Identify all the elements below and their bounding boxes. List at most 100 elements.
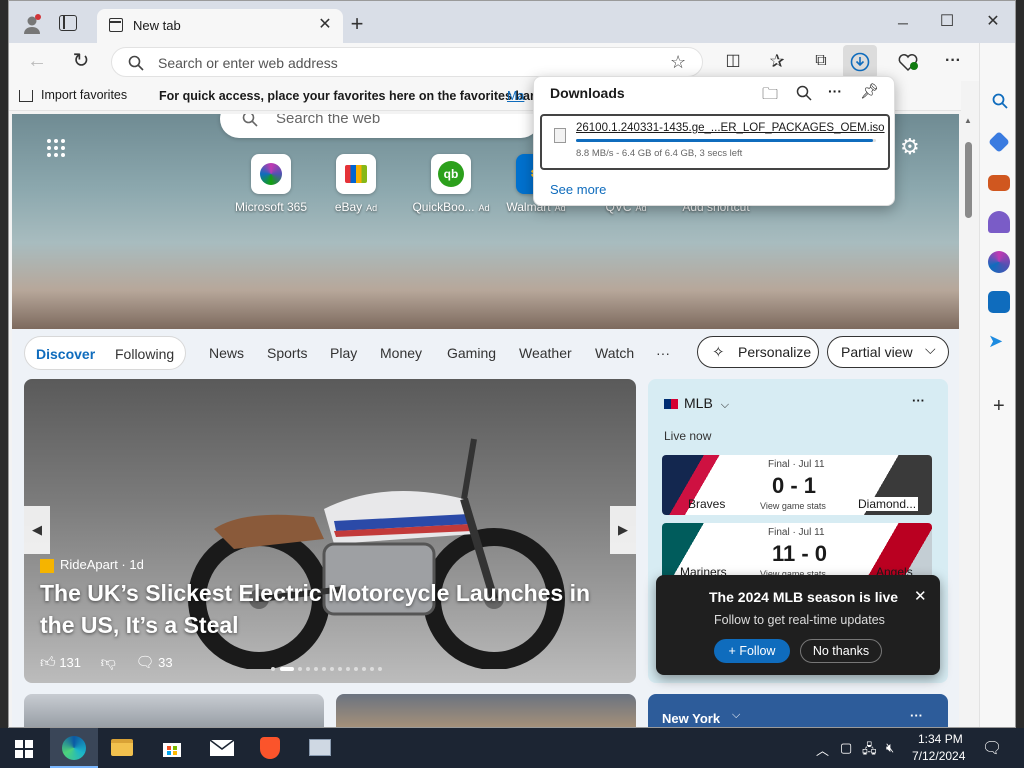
pin-icon[interactable]: 📌︎ bbox=[860, 82, 879, 100]
favorite-star-icon[interactable]: ☆ bbox=[670, 52, 686, 73]
shopping-tag-icon[interactable] bbox=[988, 131, 1010, 153]
notifications-icon[interactable]: 🗨︎ bbox=[982, 738, 1002, 758]
tab-watch[interactable]: Watch bbox=[595, 345, 634, 361]
import-favorites-label: Import favorites bbox=[41, 88, 128, 102]
microsoft-365-icon[interactable] bbox=[988, 251, 1010, 273]
tab-discover[interactable]: Discover bbox=[36, 346, 95, 362]
tab-sports[interactable]: Sports bbox=[267, 345, 307, 361]
downloads-button[interactable] bbox=[843, 45, 877, 79]
show-hidden-icons[interactable]: ︿ bbox=[816, 740, 829, 759]
see-more-link[interactable]: See more bbox=[550, 182, 606, 197]
brave-button[interactable] bbox=[246, 728, 294, 768]
start-button[interactable] bbox=[0, 728, 48, 768]
shortcut-tile[interactable]: qb QuickBoo... Ad bbox=[401, 154, 501, 214]
download-file-name: 26100.1.240331-1435.ge_...ER_LOF_PACKAGE… bbox=[576, 122, 885, 134]
import-favorites-button[interactable]: Import favorites bbox=[19, 87, 127, 105]
more-options-icon[interactable]: ··· bbox=[910, 708, 923, 723]
shortcut-tile[interactable]: Microsoft 365 bbox=[231, 154, 311, 214]
story-card[interactable] bbox=[24, 694, 324, 727]
more-options-icon[interactable]: ··· bbox=[912, 393, 925, 408]
edge-taskbar-button[interactable] bbox=[50, 728, 98, 768]
personalize-button[interactable]: ✧ Personalize bbox=[697, 336, 819, 368]
profile-avatar[interactable] bbox=[21, 13, 43, 35]
more-categories-button[interactable]: ··· bbox=[656, 345, 670, 361]
tab-weather[interactable]: Weather bbox=[519, 345, 572, 361]
minimize-button[interactable]: ─ bbox=[889, 9, 917, 37]
tab-new-tab[interactable]: New tab ✕ bbox=[97, 9, 343, 43]
open-folder-icon[interactable]: 🗀︎ bbox=[762, 83, 778, 110]
favorites-icon[interactable]: ✰ bbox=[763, 47, 791, 75]
story-headline[interactable]: The UK’s Slickest Electric Motorcycle La… bbox=[40, 577, 620, 641]
address-bar[interactable]: Search or enter web address ☆ bbox=[111, 47, 703, 77]
store-button[interactable] bbox=[148, 728, 196, 768]
control-panel-button[interactable] bbox=[296, 728, 344, 768]
volume-muted-icon[interactable]: 🔇︎ bbox=[886, 740, 894, 756]
web-search-box[interactable]: Search the web bbox=[220, 114, 540, 138]
settings-more-icon[interactable]: ··· bbox=[939, 47, 967, 75]
more-options-icon[interactable]: ··· bbox=[828, 83, 842, 99]
shortcut-tile[interactable]: eBay Ad bbox=[316, 154, 396, 214]
send-icon[interactable]: ➤ bbox=[988, 331, 1010, 353]
like-icon[interactable]: 👍︎ bbox=[40, 654, 56, 671]
file-explorer-button[interactable] bbox=[98, 728, 146, 768]
close-tab-icon[interactable]: ✕ bbox=[315, 15, 335, 35]
outlook-icon[interactable] bbox=[988, 291, 1010, 313]
comment-icon[interactable]: 🗨︎ bbox=[136, 654, 155, 671]
previous-slide-button[interactable]: ◀ bbox=[24, 506, 50, 554]
edge-sidebar: ➤ + bbox=[979, 43, 1015, 727]
view-game-stats-link[interactable]: View game stats bbox=[760, 501, 826, 511]
brave-icon bbox=[260, 737, 280, 759]
tab-following[interactable]: Following bbox=[115, 346, 174, 362]
mlb-header[interactable]: MLB ⌵ bbox=[664, 395, 729, 412]
network-icon[interactable]: 🖧︎ bbox=[862, 740, 877, 762]
follow-button[interactable]: + Follow bbox=[714, 639, 790, 663]
page-scrollbar[interactable]: ▲ bbox=[961, 114, 975, 727]
close-icon[interactable]: ✕ bbox=[914, 587, 927, 605]
store-icon bbox=[163, 743, 181, 757]
page-settings-icon[interactable]: ⚙ bbox=[900, 134, 920, 160]
comment-count: 33 bbox=[158, 655, 173, 670]
refresh-icon[interactable]: ↻ bbox=[67, 47, 95, 75]
story-card[interactable] bbox=[336, 694, 636, 727]
tab-play[interactable]: Play bbox=[330, 345, 357, 361]
close-window-button[interactable]: ✕ bbox=[979, 8, 1007, 36]
game-score-row[interactable]: Braves Final · Jul 11 0 - 1 View game st… bbox=[662, 455, 932, 515]
tab-news[interactable]: News bbox=[209, 345, 244, 361]
device-icon[interactable]: ▢ bbox=[840, 740, 852, 756]
collections-icon[interactable]: ⧉ bbox=[807, 47, 835, 75]
scroll-up-arrow-icon[interactable]: ▲ bbox=[964, 116, 972, 125]
mail-button[interactable] bbox=[198, 728, 246, 768]
tab-strip: New tab ✕ + ─ ☐ ✕ bbox=[9, 1, 1015, 43]
back-arrow-icon[interactable]: ← bbox=[23, 47, 51, 75]
search-icon[interactable] bbox=[992, 93, 1008, 109]
browser-essentials-icon[interactable] bbox=[897, 52, 919, 72]
new-tab-button[interactable]: + bbox=[343, 10, 371, 38]
apps-launcher-icon[interactable] bbox=[46, 138, 66, 158]
next-slide-button[interactable]: ▶ bbox=[610, 506, 636, 554]
game-score-row[interactable]: Mariners Final · Jul 11 11 - 0 View game… bbox=[662, 523, 932, 583]
games-chess-icon[interactable] bbox=[988, 211, 1010, 233]
download-item[interactable]: 26100.1.240331-1435.ge_...ER_LOF_PACKAGE… bbox=[540, 114, 890, 170]
manage-favorites-link[interactable]: Ma bbox=[507, 89, 524, 103]
tab-actions-icon[interactable] bbox=[59, 15, 77, 31]
import-icon bbox=[19, 89, 33, 102]
add-sidebar-app-icon[interactable]: + bbox=[993, 395, 1005, 418]
tab-gaming[interactable]: Gaming bbox=[447, 345, 496, 361]
maximize-button[interactable]: ☐ bbox=[933, 8, 961, 36]
main-story-card[interactable]: ◀ ▶ RideApart · 1d The UK’s Slickest Ele… bbox=[24, 379, 636, 683]
new-tab-page-icon bbox=[109, 18, 123, 32]
tools-briefcase-icon[interactable] bbox=[988, 175, 1010, 191]
clock-time[interactable]: 1:34 PM bbox=[918, 732, 963, 746]
shortcut-label: Microsoft 365 bbox=[234, 200, 308, 214]
dislike-icon[interactable]: 👎︎ bbox=[101, 654, 116, 671]
address-placeholder: Search or enter web address bbox=[158, 55, 338, 71]
clock-date[interactable]: 7/12/2024 bbox=[912, 749, 965, 763]
split-screen-icon[interactable]: ◫ bbox=[719, 47, 747, 75]
partial-view-dropdown[interactable]: Partial view ⌵ bbox=[827, 336, 949, 368]
weather-card[interactable]: New York ⌵ ··· bbox=[648, 694, 948, 727]
no-thanks-button[interactable]: No thanks bbox=[800, 639, 882, 663]
ad-label: Ad bbox=[478, 203, 490, 213]
scrollbar-thumb[interactable] bbox=[965, 142, 972, 218]
search-downloads-icon[interactable] bbox=[796, 85, 812, 101]
tab-money[interactable]: Money bbox=[380, 345, 422, 361]
